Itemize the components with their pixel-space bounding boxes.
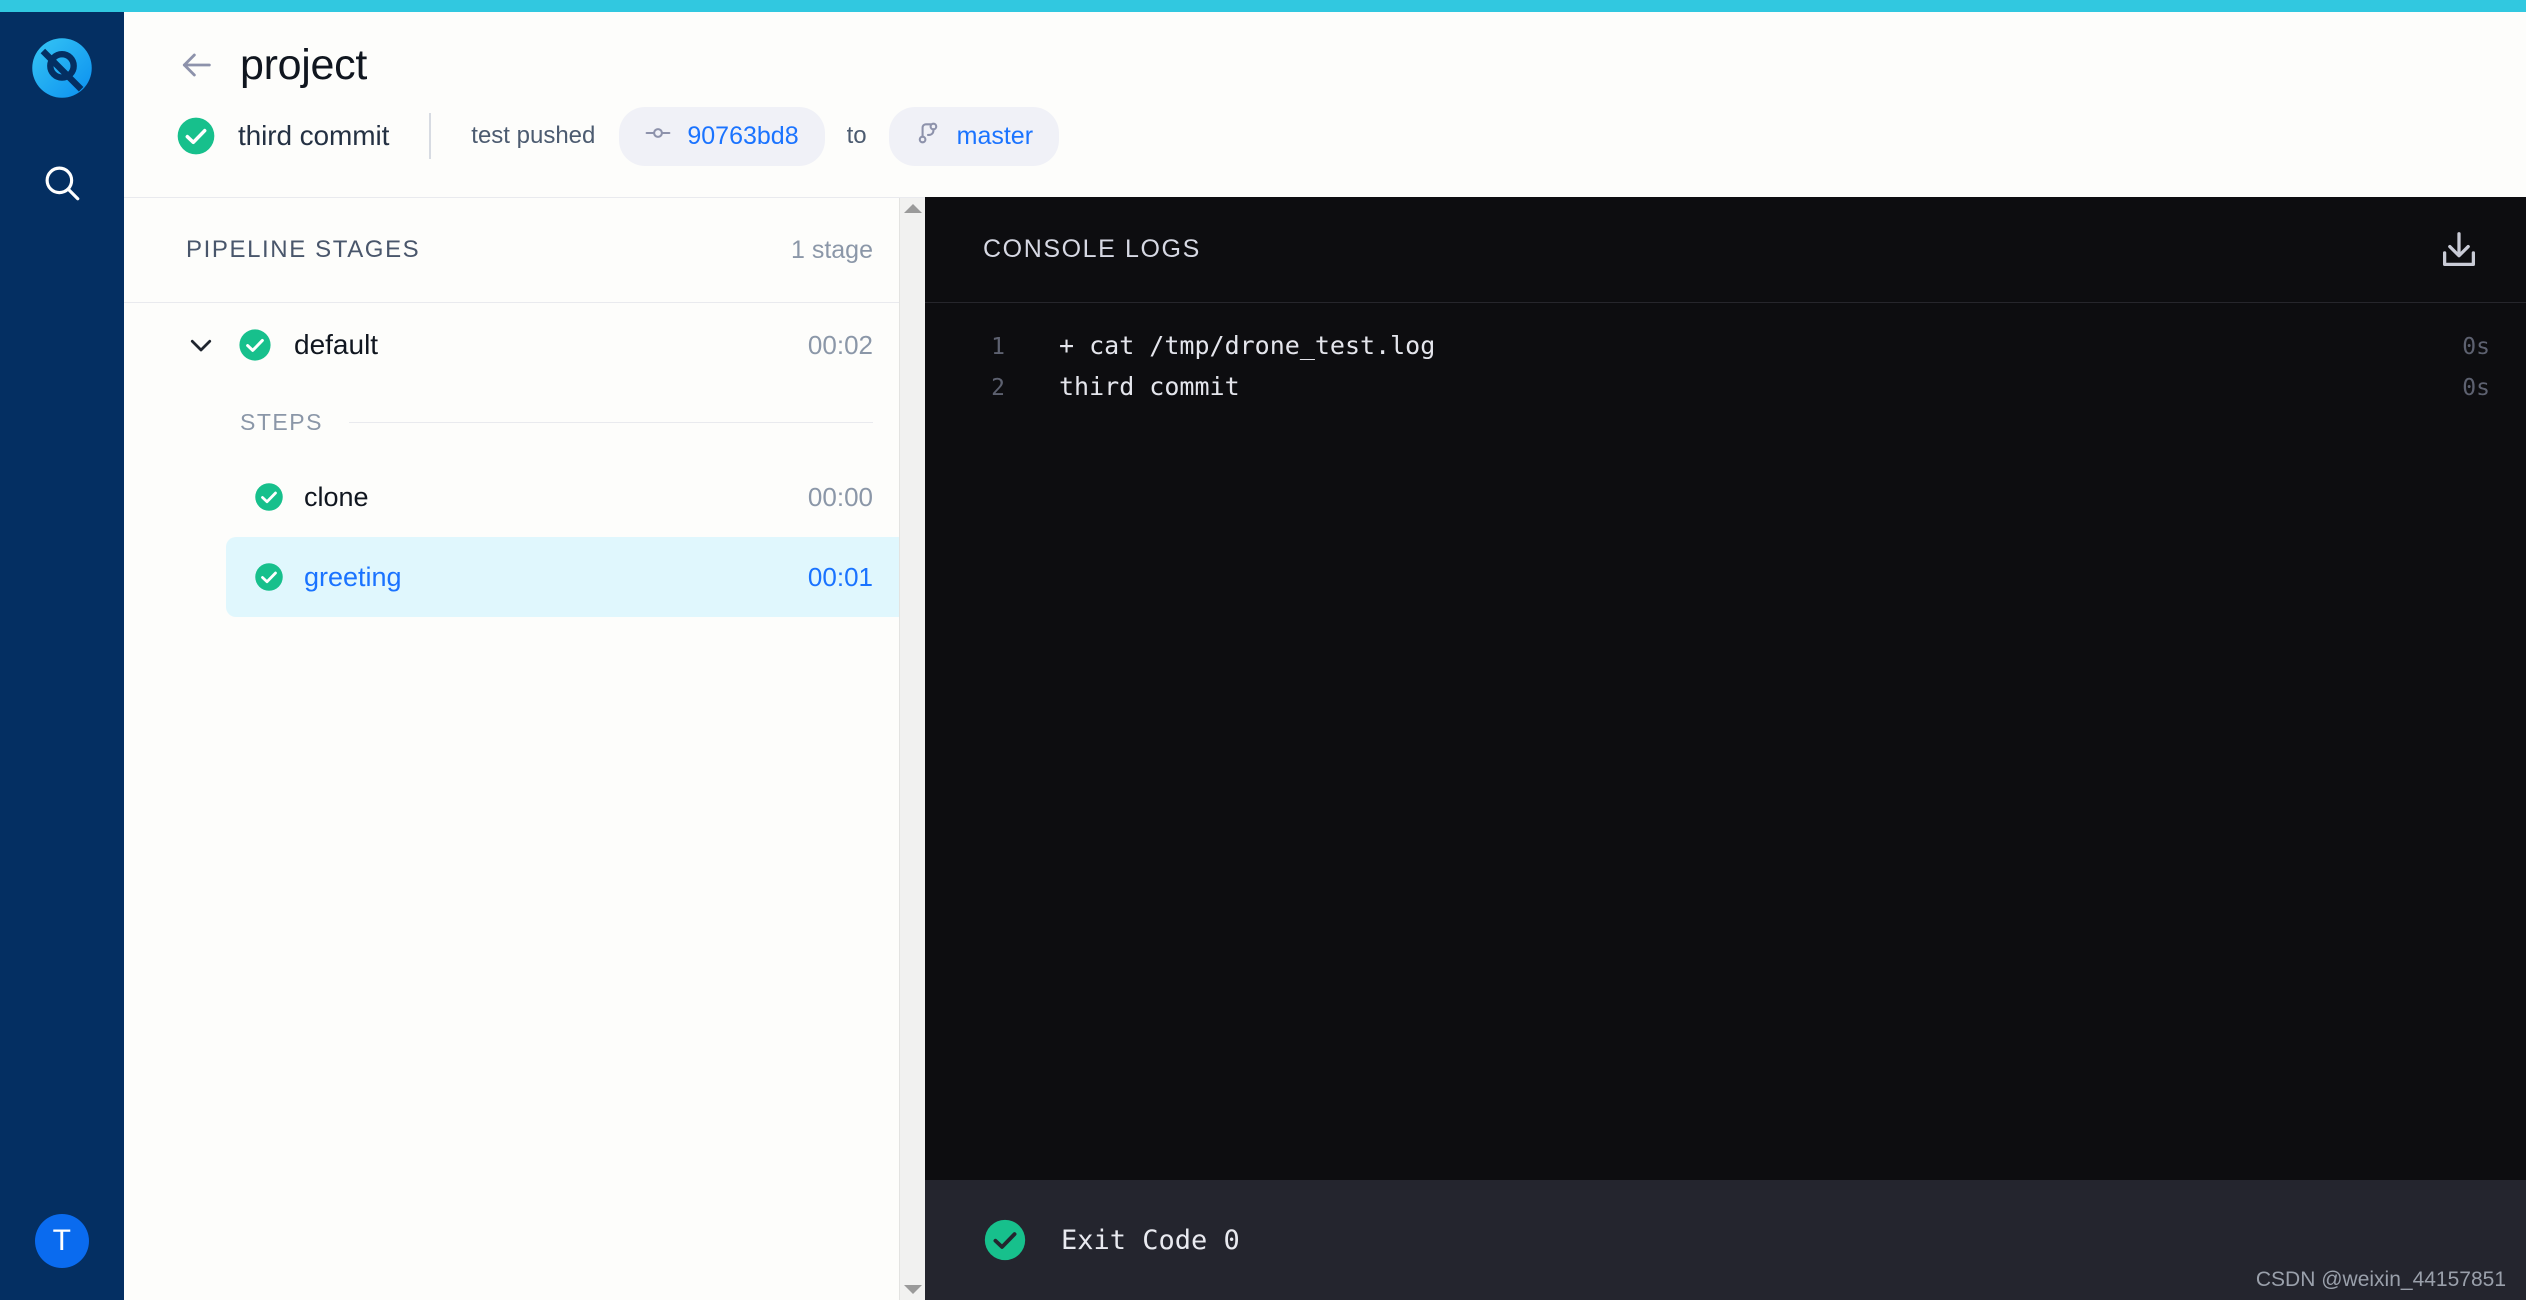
pipeline-stages-list: default 00:02 STEPS clone 00:00 greeting… — [124, 303, 925, 1300]
search-icon[interactable] — [41, 162, 83, 204]
drone-logo-icon[interactable] — [28, 34, 96, 102]
pushed-by-label: test pushed — [471, 122, 596, 149]
log-line-text: + cat /tmp/drone_test.log — [1059, 331, 1436, 360]
console-log-lines[interactable]: 1 + cat /tmp/drone_test.log 0s 2 third c… — [925, 303, 2526, 1180]
to-label: to — [846, 122, 867, 149]
console-logs-title: CONSOLE LOGS — [983, 235, 1201, 263]
exit-code-text: Exit Code 0 — [1061, 1224, 1240, 1256]
step-row-greeting[interactable]: greeting 00:01 — [226, 537, 925, 617]
log-line-number: 1 — [991, 334, 1005, 360]
check-circle-icon — [238, 328, 272, 362]
steps-label: STEPS — [240, 408, 323, 435]
header-meta-row: third commit test pushed 90763bd8 to mas… — [174, 100, 2526, 172]
stage-duration: 00:02 — [807, 329, 873, 360]
header-title-row: project — [174, 30, 2526, 100]
step-duration: 00:01 — [807, 561, 873, 592]
stages-scrollbar[interactable] — [899, 198, 925, 1300]
header-divider — [429, 113, 432, 159]
check-circle-icon — [176, 116, 216, 156]
download-icon[interactable] — [2436, 227, 2482, 273]
pipeline-stages-panel: PIPELINE STAGES 1 stage default 00:02 ST… — [124, 197, 925, 1300]
page-title: project — [240, 40, 367, 89]
top-accent-bar — [0, 0, 2526, 12]
step-name: clone — [304, 481, 369, 512]
chevron-down-icon[interactable] — [186, 330, 216, 360]
check-circle-icon — [254, 562, 284, 592]
watermark: CSDN @weixin_44157851 — [2255, 1268, 2506, 1291]
check-circle-icon — [254, 482, 284, 512]
branch-name-text: master — [956, 121, 1034, 150]
log-line: 1 + cat /tmp/drone_test.log 0s — [925, 331, 2526, 372]
log-line-duration: 0s — [2462, 334, 2490, 360]
console-logs-panel: CONSOLE LOGS 1 + cat /tmp/drone_test.log… — [925, 197, 2526, 1300]
steps-divider — [348, 421, 873, 423]
step-row-clone[interactable]: clone 00:00 — [226, 457, 925, 537]
log-line-number: 2 — [991, 375, 1005, 401]
console-logs-header: CONSOLE LOGS — [925, 197, 2526, 303]
branch-chip[interactable]: master — [888, 106, 1060, 166]
console-exit-status-bar: Exit Code 0 CSDN @weixin_44157851 — [925, 1180, 2526, 1300]
content-area: project third commit test pushed 90763bd… — [124, 12, 2526, 1300]
app-root: T project third commit test pushed 90763… — [0, 0, 2526, 1300]
steps-section-header: STEPS — [124, 387, 925, 457]
commit-sha-chip[interactable]: 90763bd8 — [619, 106, 825, 166]
avatar[interactable]: T — [35, 1214, 89, 1268]
main-split: PIPELINE STAGES 1 stage default 00:02 ST… — [124, 197, 2526, 1300]
check-circle-icon — [983, 1218, 1027, 1262]
stage-row-default[interactable]: default 00:02 — [124, 303, 925, 387]
avatar-initial: T — [52, 1224, 72, 1257]
page-header: project third commit test pushed 90763bd… — [124, 12, 2526, 197]
commit-node-icon — [645, 120, 671, 153]
commit-sha-text: 90763bd8 — [687, 121, 799, 150]
pipeline-stages-count: 1 stage — [790, 235, 873, 264]
step-duration: 00:00 — [807, 481, 873, 512]
arrow-left-icon[interactable] — [174, 45, 218, 85]
step-name: greeting — [304, 561, 402, 592]
scroll-up-arrow-icon[interactable] — [903, 204, 922, 213]
pipeline-stages-title: PIPELINE STAGES — [186, 236, 421, 263]
pipeline-stages-header: PIPELINE STAGES 1 stage — [124, 198, 925, 303]
stage-name: default — [294, 329, 379, 360]
left-nav-rail: T — [0, 12, 124, 1300]
log-line-text: third commit — [1059, 372, 1240, 401]
scroll-down-arrow-icon[interactable] — [903, 1285, 922, 1294]
log-line-duration: 0s — [2462, 375, 2490, 401]
commit-message: third commit — [238, 120, 390, 151]
body-row: T project third commit test pushed 90763… — [0, 12, 2526, 1300]
git-branch-icon — [915, 120, 941, 153]
log-line: 2 third commit 0s — [925, 372, 2526, 413]
